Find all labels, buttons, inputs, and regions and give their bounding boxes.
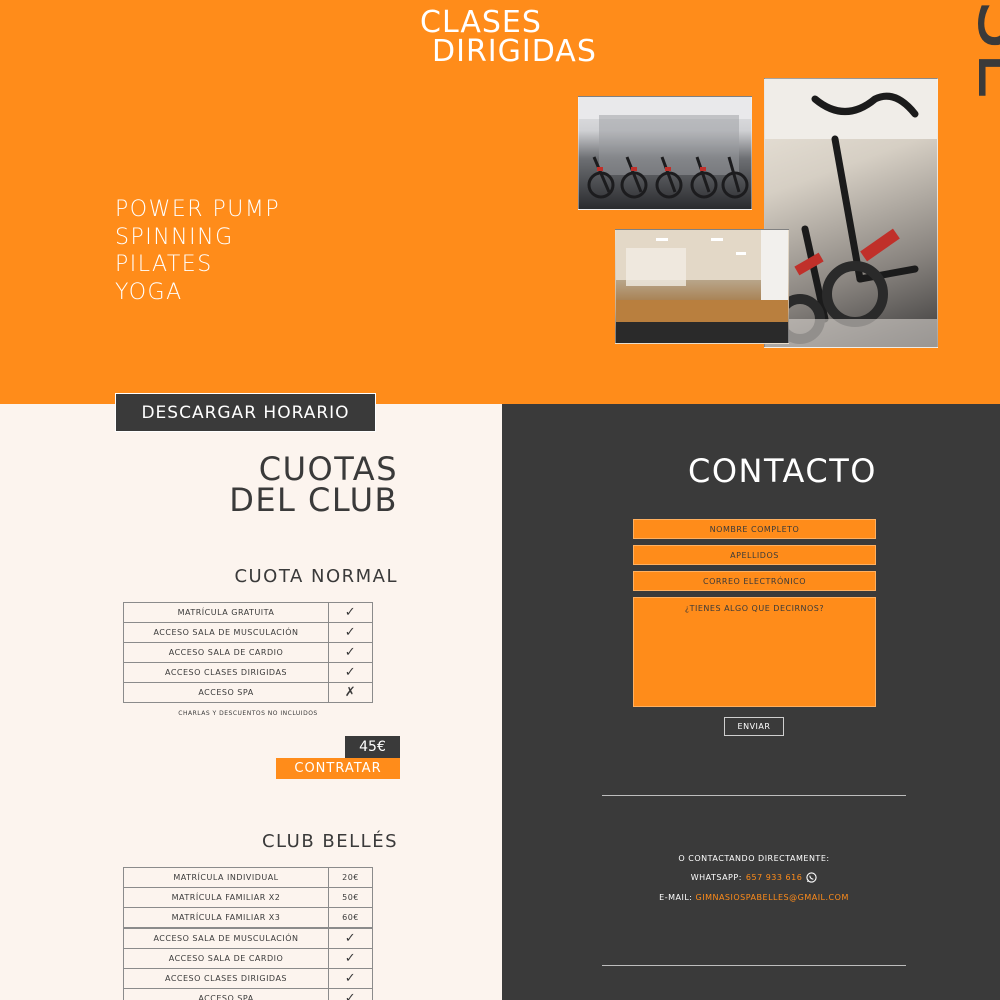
email-label: E-MAIL: [659,893,693,902]
hero-section: CLASES DIRIGIDAS SE POWER PUMP SPINNING … [0,0,1000,404]
divider [602,965,906,966]
class-item: POWER PUMP [115,197,281,222]
table-row: MATRÍCULA GRATUITA ✓ [123,602,373,623]
check-icon: ✓ [328,948,373,969]
fees-title-line2: DEL CLUB [229,481,398,519]
normal-fee-price: 45€ [345,736,400,758]
belles-price-table: MATRÍCULA INDIVIDUAL 20€ MATRÍCULA FAMILI… [123,867,373,928]
check-icon: ✓ [328,988,373,1000]
class-item: SPINNING [115,224,234,250]
fee-feature: ACCESO CLASES DIRIGIDAS [123,968,329,989]
check-icon: ✓ [328,662,373,683]
message-field[interactable]: ¿TIENES ALGO QUE DECIRNOS? [633,597,876,707]
check-icon: ✓ [328,642,373,663]
whatsapp-label: WHATSAPP: [690,873,742,882]
fee-feature: ACCESO SALA DE CARDIO [123,948,329,969]
normal-fee-table: MATRÍCULA GRATUITA ✓ ACCESO SALA DE MUSCU… [123,602,373,703]
check-icon: ✓ [328,602,373,623]
class-item: YOGA [115,279,183,305]
gym-photo-bike-closeup [764,78,938,348]
fee-feature: ACCESO SALA DE MUSCULACIÓN [123,928,329,949]
check-icon: ✓ [328,968,373,989]
whatsapp-icon[interactable] [806,872,817,883]
fee-feature: ACCESO SALA DE MUSCULACIÓN [123,622,329,643]
class-list: POWER PUMP SPINNING PILATES YOGA [115,196,280,306]
email-line: E-MAIL: GIMNASIOSPABELLES@GMAIL.COM [602,893,906,902]
fee-value: 20€ [328,867,373,888]
fee-feature: ACCESO CLASES DIRIGIDAS [123,662,329,683]
fee-feature: MATRÍCULA FAMILIAR X2 [123,887,329,908]
surname-field[interactable]: APELLIDOS [633,545,876,565]
table-row: ACCESO SALA DE MUSCULACIÓN ✓ [123,928,373,949]
fee-feature: ACCESO SPA [123,682,329,703]
side-decorative-text: SE [960,0,1000,103]
normal-fee-heading: CUOTA NORMAL [234,566,398,587]
fee-note: CHARLAS Y DESCUENTOS NO INCLUIDOS [178,710,318,717]
table-row: ACCESO SPA ✗ [123,682,373,703]
table-row: ACCESO CLASES DIRIGIDAS ✓ [123,968,373,989]
download-schedule-button[interactable]: DESCARGAR HORARIO [115,393,376,432]
belles-fee-heading: CLUB BELLÉS [261,831,398,852]
contract-button[interactable]: CONTRATAR [276,758,400,779]
email-address-link[interactable]: GIMNASIOSPABELLES@GMAIL.COM [696,893,849,902]
table-row: ACCESO SPA ✓ [123,988,373,1000]
hero-title: CLASES DIRIGIDAS [420,5,597,69]
whatsapp-line: WHATSAPP: 657 933 616 [602,872,906,883]
divider [602,795,906,796]
fee-feature: MATRÍCULA FAMILIAR X3 [123,907,329,928]
check-icon: ✓ [328,928,373,949]
belles-feature-table: ACCESO SALA DE MUSCULACIÓN ✓ ACCESO SALA … [123,928,373,1000]
submit-button[interactable]: ENVIAR [724,717,784,736]
table-row: ACCESO CLASES DIRIGIDAS ✓ [123,662,373,683]
fee-value: 50€ [328,887,373,908]
fee-value: 60€ [328,907,373,928]
email-field[interactable]: CORREO ELECTRÓNICO [633,571,876,591]
fee-feature: MATRÍCULA GRATUITA [123,602,329,623]
gym-photo-bikes-row [578,96,752,210]
gym-photo-studio [615,229,789,344]
table-row: MATRÍCULA INDIVIDUAL 20€ [123,867,373,888]
hero-title-line1: CLASES [420,5,542,40]
name-field[interactable]: NOMBRE COMPLETO [633,519,876,539]
fee-feature: MATRÍCULA INDIVIDUAL [123,867,329,888]
check-icon: ✓ [328,622,373,643]
whatsapp-number[interactable]: 657 933 616 [746,873,802,882]
table-row: MATRÍCULA FAMILIAR X2 50€ [123,887,373,908]
table-row: MATRÍCULA FAMILIAR X3 60€ [123,907,373,928]
table-row: ACCESO SALA DE CARDIO ✓ [123,642,373,663]
direct-contact-label: O CONTACTANDO DIRECTAMENTE: [678,854,830,863]
contact-title: CONTACTO [688,452,877,490]
class-item: PILATES [115,252,213,277]
table-row: ACCESO SALA DE CARDIO ✓ [123,948,373,969]
hero-title-line2: DIRIGIDAS [432,34,597,69]
fee-feature: ACCESO SPA [123,988,329,1000]
fees-title: CUOTAS DEL CLUB [229,453,398,519]
fee-feature: ACCESO SALA DE CARDIO [123,642,329,663]
table-row: ACCESO SALA DE MUSCULACIÓN ✓ [123,622,373,643]
cross-icon: ✗ [328,682,373,703]
